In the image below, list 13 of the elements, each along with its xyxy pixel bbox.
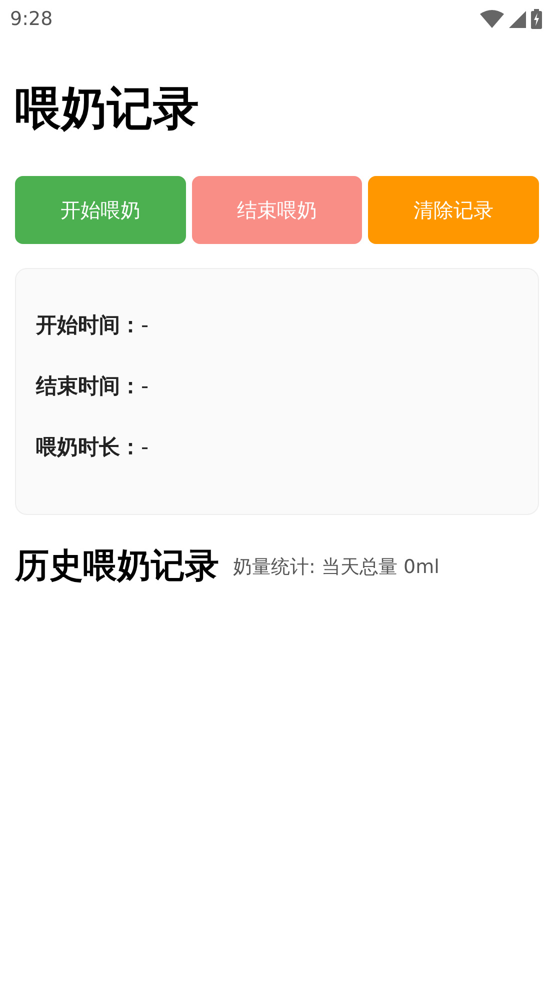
section-title: 历史喂奶记录 <box>15 545 219 588</box>
status-time: 9:28 <box>10 6 53 32</box>
page-title: 喂奶记录 <box>15 80 200 137</box>
signal-icon <box>509 10 526 28</box>
milk-stats: 奶量统计: 当天总量 0ml <box>233 555 440 580</box>
info-row-text: 喂奶时长：- <box>36 434 149 461</box>
info-row-text: 结束时间：- <box>36 372 149 400</box>
action-button[interactable]: 清除记录 <box>368 176 539 244</box>
action-button[interactable]: 结束喂奶 <box>192 176 362 244</box>
info-row-text: 开始时间：- <box>36 312 149 339</box>
wifi-icon <box>480 10 504 28</box>
action-button[interactable]: 开始喂奶 <box>15 176 186 244</box>
battery-icon <box>531 9 542 29</box>
